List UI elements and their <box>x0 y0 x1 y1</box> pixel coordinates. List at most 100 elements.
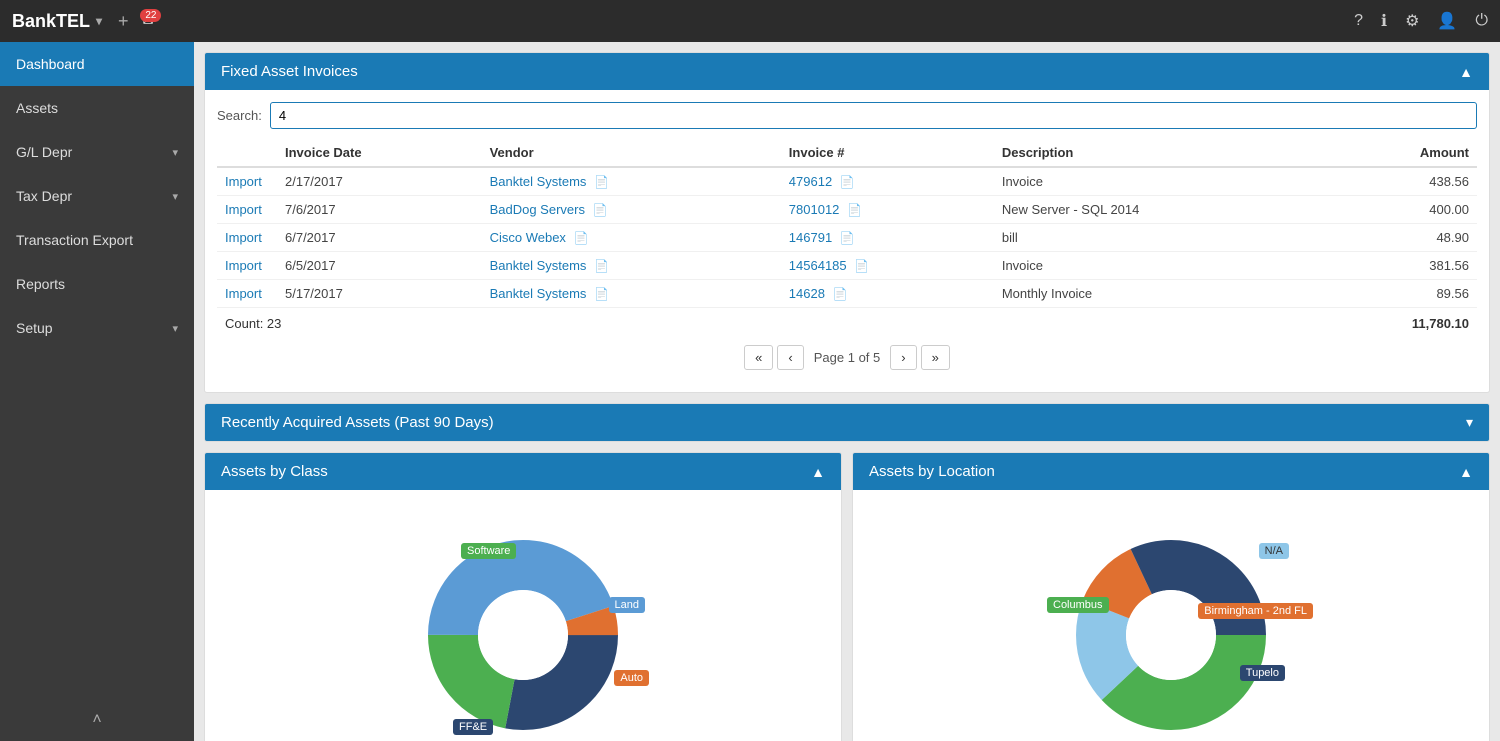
charts-row: Assets by Class ▲ <box>204 452 1490 741</box>
user-icon[interactable]: 👤 <box>1437 11 1457 31</box>
invoice-doc-icon[interactable]: 📄 <box>840 175 855 189</box>
vendor-doc-icon[interactable]: 📄 <box>593 203 608 217</box>
top-nav: BankTEL ▾ + ✉ 22 ? ℹ ⚙ 👤 ⏻ <box>0 0 1500 42</box>
assets-by-location-chart: Columbus N/A Birmingham - 2nd FL Tupelo <box>1061 525 1281 741</box>
table-row: Import 6/5/2017 Banktel Systems 📄 145641… <box>217 252 1477 280</box>
sidebar-collapse-button[interactable]: ˄ <box>0 699 194 741</box>
settings-icon[interactable]: ⚙ <box>1405 11 1419 31</box>
assets-by-class-title: Assets by Class <box>221 463 328 480</box>
col-invoice: Invoice # <box>781 139 994 167</box>
brand-caret: ▾ <box>96 14 102 28</box>
table-footer: Count: 23 11,780.10 <box>217 308 1477 335</box>
import-action[interactable]: Import <box>217 224 277 252</box>
page-next-button[interactable]: › <box>890 345 916 370</box>
vendor-doc-icon[interactable]: 📄 <box>594 175 609 189</box>
info-icon[interactable]: ℹ <box>1381 11 1387 31</box>
table-row: Import 2/17/2017 Banktel Systems 📄 47961… <box>217 167 1477 196</box>
count-label: Count: 23 <box>225 316 281 331</box>
import-action[interactable]: Import <box>217 167 277 196</box>
search-row: Search: <box>217 102 1477 129</box>
sidebar-item-setup[interactable]: Setup ▾ <box>0 306 194 350</box>
import-action[interactable]: Import <box>217 280 277 308</box>
amount: 438.56 <box>1333 167 1477 196</box>
help-icon[interactable]: ? <box>1354 12 1363 30</box>
vendor-name[interactable]: Cisco Webex 📄 <box>482 224 781 252</box>
assets-by-class-chart: Software Land Auto FF&E <box>413 525 633 741</box>
table-row: Import 7/6/2017 BadDog Servers 📄 7801012… <box>217 196 1477 224</box>
page-last-button[interactable]: » <box>921 345 950 370</box>
mail-button[interactable]: ✉ 22 <box>143 13 154 29</box>
sidebar-item-tax-depr[interactable]: Tax Depr ▾ <box>0 174 194 218</box>
import-action[interactable]: Import <box>217 252 277 280</box>
invoice-number[interactable]: 7801012 📄 <box>781 196 994 224</box>
assets-by-location-svg <box>1061 525 1281 741</box>
assets-by-class-toggle[interactable]: ▲ <box>811 464 825 480</box>
fixed-asset-invoices-header: Fixed Asset Invoices ▲ <box>205 53 1489 90</box>
pagination: « ‹ Page 1 of 5 › » <box>217 335 1477 380</box>
invoice-doc-icon[interactable]: 📄 <box>847 203 862 217</box>
sidebar-item-dashboard[interactable]: Dashboard <box>0 42 194 86</box>
import-action[interactable]: Import <box>217 196 277 224</box>
sidebar-label-setup: Setup <box>16 320 53 336</box>
vendor-doc-icon[interactable]: 📄 <box>594 259 609 273</box>
vendor-name[interactable]: Banktel Systems 📄 <box>482 280 781 308</box>
page-prev-button[interactable]: ‹ <box>777 345 803 370</box>
page-first-button[interactable]: « <box>744 345 773 370</box>
invoice-date: 7/6/2017 <box>277 196 482 224</box>
vendor-name[interactable]: Banktel Systems 📄 <box>482 167 781 196</box>
search-label: Search: <box>217 108 262 123</box>
invoice-date: 6/5/2017 <box>277 252 482 280</box>
sidebar-item-gl-depr[interactable]: G/L Depr ▾ <box>0 130 194 174</box>
vendor-doc-icon[interactable]: 📄 <box>594 287 609 301</box>
vendor-name[interactable]: BadDog Servers 📄 <box>482 196 781 224</box>
assets-by-class-header: Assets by Class ▲ <box>205 453 841 490</box>
invoice-number[interactable]: 14628 📄 <box>781 280 994 308</box>
amount: 48.90 <box>1333 224 1477 252</box>
power-icon[interactable]: ⏻ <box>1475 12 1488 30</box>
description: Monthly Invoice <box>994 280 1333 308</box>
fixed-asset-invoices-panel: Fixed Asset Invoices ▲ Search: Invoice D… <box>204 52 1490 393</box>
invoice-number[interactable]: 479612 📄 <box>781 167 994 196</box>
brand[interactable]: BankTEL ▾ <box>12 11 102 32</box>
invoice-date: 6/7/2017 <box>277 224 482 252</box>
sidebar-label-transaction-export: Transaction Export <box>16 232 133 248</box>
sidebar-label-assets: Assets <box>16 100 58 116</box>
sidebar-item-assets[interactable]: Assets <box>0 86 194 130</box>
assets-by-class-svg <box>413 525 633 741</box>
vendor-name[interactable]: Banktel Systems 📄 <box>482 252 781 280</box>
collapse-icon: ˄ <box>92 711 101 728</box>
sidebar-item-reports[interactable]: Reports <box>0 262 194 306</box>
vendor-doc-icon[interactable]: 📄 <box>574 231 589 245</box>
fixed-asset-invoices-title: Fixed Asset Invoices <box>221 63 358 80</box>
col-description: Description <box>994 139 1333 167</box>
search-input[interactable] <box>270 102 1477 129</box>
fixed-asset-invoices-body: Search: Invoice Date Vendor Invoice # De… <box>205 90 1489 392</box>
invoice-doc-icon[interactable]: 📄 <box>854 259 869 273</box>
recently-acquired-toggle[interactable]: ▾ <box>1466 414 1473 431</box>
recently-acquired-title: Recently Acquired Assets (Past 90 Days) <box>221 414 494 431</box>
add-button[interactable]: + <box>118 11 129 32</box>
top-nav-icons: ? ℹ ⚙ 👤 ⏻ <box>1354 11 1488 31</box>
content-area: Fixed Asset Invoices ▲ Search: Invoice D… <box>194 42 1500 741</box>
description: New Server - SQL 2014 <box>994 196 1333 224</box>
assets-by-location-title: Assets by Location <box>869 463 995 480</box>
assets-by-location-header: Assets by Location ▲ <box>853 453 1489 490</box>
sidebar-item-transaction-export[interactable]: Transaction Export <box>0 218 194 262</box>
assets-by-location-toggle[interactable]: ▲ <box>1459 464 1473 480</box>
assets-by-class-panel: Assets by Class ▲ <box>204 452 842 741</box>
col-amount: Amount <box>1333 139 1477 167</box>
amount: 381.56 <box>1333 252 1477 280</box>
fixed-asset-invoices-toggle[interactable]: ▲ <box>1459 64 1473 80</box>
invoice-date: 5/17/2017 <box>277 280 482 308</box>
col-vendor: Vendor <box>482 139 781 167</box>
description: Invoice <box>994 252 1333 280</box>
invoice-doc-icon[interactable]: 📄 <box>840 231 855 245</box>
invoice-number[interactable]: 14564185 📄 <box>781 252 994 280</box>
tax-depr-caret: ▾ <box>172 190 178 203</box>
col-action <box>217 139 277 167</box>
description: bill <box>994 224 1333 252</box>
recently-acquired-header: Recently Acquired Assets (Past 90 Days) … <box>205 404 1489 441</box>
invoice-doc-icon[interactable]: 📄 <box>833 287 848 301</box>
invoice-number[interactable]: 146791 📄 <box>781 224 994 252</box>
sidebar: Dashboard Assets G/L Depr ▾ Tax Depr ▾ T… <box>0 42 194 741</box>
